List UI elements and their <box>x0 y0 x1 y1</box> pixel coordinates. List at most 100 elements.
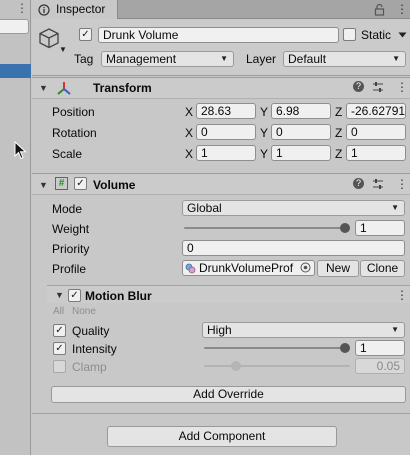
add-component-button[interactable]: Add Component <box>107 426 337 447</box>
volume-enabled-checkbox[interactable]: ✓ <box>74 177 87 190</box>
lock-icon[interactable] <box>374 3 385 16</box>
object-name-field[interactable]: Drunk Volume <box>98 27 339 43</box>
axis-x-label: X <box>185 147 194 161</box>
component-menu-icon[interactable]: ⋮ <box>396 177 408 191</box>
override-menu-icon[interactable]: ⋮ <box>396 288 408 302</box>
check-icon: ✓ <box>81 28 90 40</box>
scale-x-field[interactable]: 1 <box>196 145 256 161</box>
clamp-slider-knob <box>231 361 241 371</box>
chevron-down-icon: ▼ <box>391 203 399 212</box>
profile-asset-icon <box>185 263 196 274</box>
position-x-field[interactable]: 28.63 <box>196 103 256 119</box>
static-checkbox[interactable] <box>343 28 356 41</box>
clamp-slider-track <box>204 365 350 367</box>
icon-dropdown-caret-icon[interactable]: ▼ <box>59 45 67 54</box>
rotation-z-field[interactable]: 0 <box>346 124 406 140</box>
chevron-down-icon: ▼ <box>392 54 400 63</box>
mode-value: Global <box>187 201 222 215</box>
mode-dropdown[interactable]: Global ▼ <box>182 200 405 216</box>
fold-arrow-icon[interactable]: ▼ <box>55 290 64 300</box>
scale-z-field[interactable]: 1 <box>346 145 406 161</box>
gameobject-cube-icon[interactable] <box>38 27 60 49</box>
intensity-override-checkbox[interactable]: ✓ <box>53 342 66 355</box>
profile-value: DrunkVolumeProf <box>199 261 294 275</box>
axis-y-label: Y <box>260 126 269 140</box>
transform-axes-icon <box>57 82 71 95</box>
quality-value: High <box>207 323 232 337</box>
quality-override-checkbox[interactable]: ✓ <box>53 324 66 337</box>
rotation-x-field[interactable]: 0 <box>196 124 256 140</box>
axis-y-label: Y <box>260 105 269 119</box>
weight-slider[interactable] <box>184 221 350 235</box>
scale-y-field[interactable]: 1 <box>271 145 331 161</box>
script-hash-icon: # <box>55 177 68 190</box>
check-icon: ✓ <box>76 177 85 189</box>
axis-y-label: Y <box>260 147 269 161</box>
axis-z-label: Z <box>335 147 343 161</box>
object-picker-icon[interactable] <box>300 262 311 273</box>
check-icon: ✓ <box>55 342 64 354</box>
help-icon[interactable]: ? <box>353 81 364 92</box>
tab-menu-icon[interactable]: ⋮ <box>396 2 408 16</box>
clamp-slider <box>204 359 350 373</box>
fold-arrow-icon[interactable]: ▼ <box>39 180 48 190</box>
hierarchy-panel: ⋮ <box>0 0 31 455</box>
object-active-checkbox[interactable]: ✓ <box>79 28 92 41</box>
hierarchy-menu-icon[interactable]: ⋮ <box>16 1 28 15</box>
transform-body: Position X 28.63 Y 6.98 Z -26.62791 Rota… <box>32 99 410 171</box>
clone-profile-button[interactable]: Clone <box>360 260 405 277</box>
axis-z-label: Z <box>335 105 343 119</box>
tab-inspector-label: Inspector <box>56 2 106 16</box>
hierarchy-selected-row[interactable] <box>0 64 31 78</box>
static-dropdown-caret-icon[interactable] <box>398 31 407 39</box>
check-icon: ✓ <box>70 289 79 301</box>
intensity-slider-knob[interactable] <box>340 343 350 353</box>
chevron-down-icon: ▼ <box>220 54 228 63</box>
quality-dropdown[interactable]: High ▼ <box>202 322 405 338</box>
scale-label: Scale <box>52 147 83 161</box>
priority-label: Priority <box>52 242 90 256</box>
new-profile-button[interactable]: New <box>317 260 359 277</box>
component-menu-icon[interactable]: ⋮ <box>396 80 408 94</box>
profile-label: Profile <box>52 262 87 276</box>
position-z-field[interactable]: -26.62791 <box>346 103 406 119</box>
position-y-field[interactable]: 6.98 <box>271 103 331 119</box>
intensity-field[interactable]: 1 <box>355 340 405 356</box>
fold-arrow-icon[interactable]: ▼ <box>39 83 48 93</box>
hierarchy-search-input[interactable] <box>0 19 29 34</box>
axis-z-label: Z <box>335 126 343 140</box>
all-link[interactable]: All <box>53 306 64 317</box>
tag-label: Tag <box>74 52 94 66</box>
priority-field[interactable]: 0 <box>182 240 405 256</box>
layer-dropdown[interactable]: Default ▼ <box>283 51 406 67</box>
layer-value: Default <box>288 52 327 66</box>
help-icon[interactable]: ? <box>353 178 364 189</box>
axis-x-label: X <box>185 105 194 119</box>
add-override-button[interactable]: Add Override <box>51 386 406 403</box>
mode-label: Mode <box>52 202 83 216</box>
info-icon <box>38 4 50 16</box>
transform-title: Transform <box>93 81 152 95</box>
quality-label: Quality <box>72 324 110 338</box>
chevron-down-icon: ▼ <box>391 325 399 334</box>
static-label: Static <box>361 28 392 42</box>
motion-blur-enabled-checkbox[interactable]: ✓ <box>68 289 81 302</box>
clamp-field: 0.05 <box>355 358 405 374</box>
profile-field[interactable]: DrunkVolumeProf <box>182 260 315 276</box>
motion-blur-title: Motion Blur <box>85 289 152 303</box>
rotation-y-field[interactable]: 0 <box>271 124 331 140</box>
none-link[interactable]: None <box>72 306 96 317</box>
position-label: Position <box>52 105 95 119</box>
axis-x-label: X <box>185 126 194 140</box>
intensity-slider[interactable] <box>204 341 350 355</box>
preset-sliders-icon[interactable] <box>372 81 384 93</box>
weight-slider-knob[interactable] <box>340 223 350 233</box>
mouse-cursor-icon <box>14 141 27 160</box>
weight-label: Weight <box>52 222 90 236</box>
preset-sliders-icon[interactable] <box>372 178 384 190</box>
tag-dropdown[interactable]: Management ▼ <box>101 51 234 67</box>
rotation-label: Rotation <box>52 126 97 140</box>
weight-field[interactable]: 1 <box>355 220 405 236</box>
clamp-override-checkbox[interactable] <box>53 360 66 373</box>
check-icon: ✓ <box>55 324 64 336</box>
